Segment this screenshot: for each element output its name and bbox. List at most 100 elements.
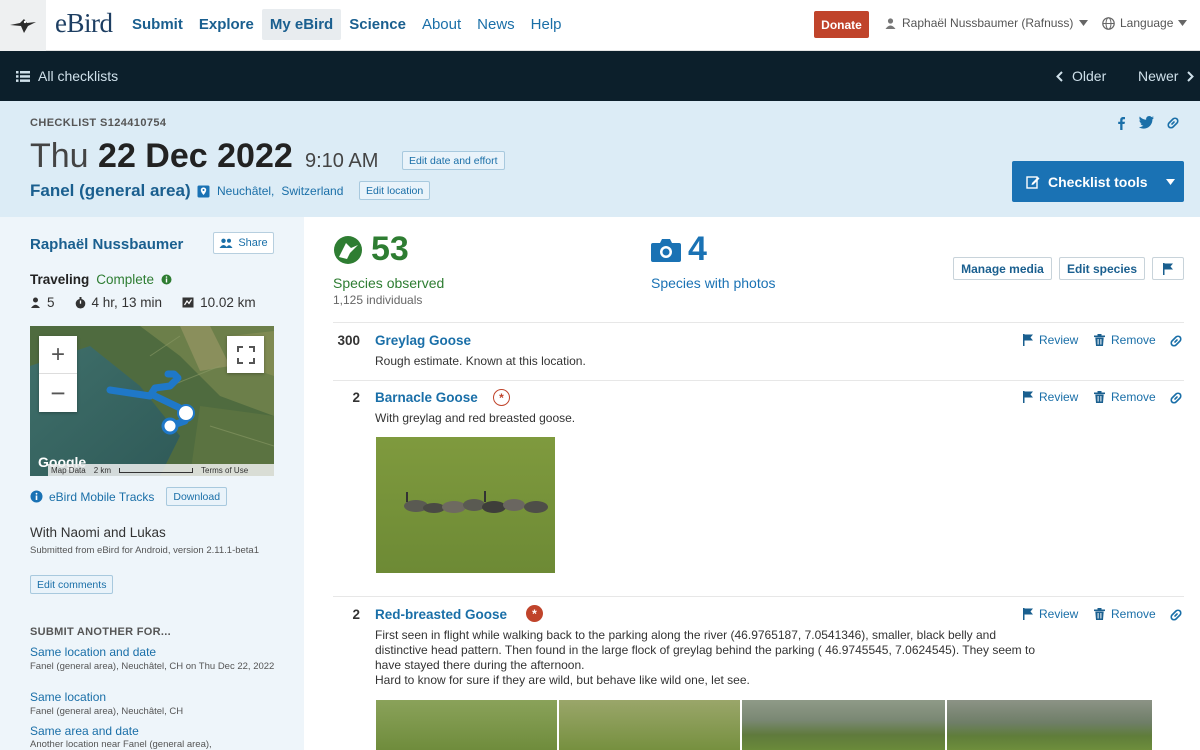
link-icon[interactable] [1169, 391, 1183, 405]
location-region: Neuchâtel, Switzerland [197, 184, 343, 198]
all-checklists-link[interactable]: All checklists [16, 68, 118, 84]
individuals-count: 1,125 individuals [333, 293, 423, 307]
remove-button[interactable]: Remove [1094, 390, 1156, 404]
species-observed-label: Species observed [333, 275, 445, 291]
fullscreen-button[interactable] [227, 336, 264, 373]
user-icon [885, 17, 896, 29]
edit-date-button[interactable]: Edit date and effort [402, 151, 505, 170]
protocol-row: Traveling Complete [30, 272, 172, 287]
manage-media-button[interactable]: Manage media [953, 257, 1052, 280]
distance-icon [182, 297, 194, 308]
review-button[interactable]: Review [1023, 390, 1078, 404]
fullscreen-icon [236, 345, 255, 364]
checklist-id: CHECKLIST S124410754 [30, 117, 167, 129]
submit-same-location[interactable]: Same location [30, 690, 106, 704]
review-button[interactable]: Review [1023, 333, 1078, 347]
chevron-down-icon [1178, 20, 1188, 26]
top-navigation: eBird Submit Explore My eBird Science Ab… [0, 0, 1200, 51]
nav-submit[interactable]: Submit [124, 9, 191, 40]
info-icon[interactable] [161, 274, 172, 285]
edit-location-button[interactable]: Edit location [359, 181, 431, 200]
map-scale-bar [119, 467, 194, 473]
nav-news[interactable]: News [469, 9, 523, 40]
terms-link[interactable]: Terms of Use [201, 466, 248, 475]
map-data-link[interactable]: Map Data [51, 466, 86, 475]
edit-species-button[interactable]: Edit species [1059, 257, 1145, 280]
species-observed-icon [334, 236, 362, 264]
checklist-date: Thu 22 Dec 2022 [30, 137, 293, 176]
checklist-comment: With Naomi and Lukas [30, 525, 166, 540]
donate-button[interactable]: Donate [814, 11, 869, 38]
species-count: 53 [371, 230, 409, 268]
zoom-out-button[interactable]: − [39, 374, 77, 412]
flag-icon [1023, 334, 1033, 346]
exotic-species-badge[interactable]: * [493, 389, 510, 406]
location-name[interactable]: Fanel (general area) [30, 181, 191, 201]
people-icon [219, 238, 233, 248]
checklist-tools-button[interactable]: Checklist tools [1012, 161, 1184, 202]
species-name-red-breasted-goose[interactable]: Red-breasted Goose [375, 607, 507, 622]
facebook-icon[interactable] [1115, 116, 1127, 130]
map-attribution: Map Data 2 km Terms of Use [48, 464, 274, 476]
mobile-tracks-row: eBird Mobile Tracks Download [30, 487, 228, 506]
rare-species-badge[interactable]: * [526, 605, 543, 622]
edit-comments-button[interactable]: Edit comments [30, 575, 114, 594]
twitter-icon[interactable] [1139, 116, 1154, 129]
observation-photo[interactable] [559, 700, 740, 750]
submit-same-location-date[interactable]: Same location and date [30, 645, 156, 659]
remove-button[interactable]: Remove [1094, 607, 1156, 621]
flag-button[interactable] [1152, 257, 1184, 280]
review-label: Review [1039, 390, 1079, 404]
review-label: Review [1039, 333, 1079, 347]
species-photos-label[interactable]: Species with photos [651, 275, 776, 291]
track-map[interactable]: + − Google Map Data 2 km Terms of Use [30, 326, 274, 476]
share-button[interactable]: Share [213, 232, 274, 254]
map-icon[interactable] [197, 185, 210, 198]
remove-button[interactable]: Remove [1094, 333, 1156, 347]
nav-my-ebird[interactable]: My eBird [261, 9, 342, 40]
review-button[interactable]: Review [1023, 607, 1078, 621]
nav-explore[interactable]: Explore [191, 9, 262, 40]
nav-science[interactable]: Science [341, 9, 414, 40]
info-icon[interactable] [30, 490, 43, 503]
download-button[interactable]: Download [166, 487, 228, 506]
ebird-logo-icon[interactable] [0, 0, 46, 51]
user-menu[interactable]: Raphaël Nussbaumer (Rafnuss) [885, 16, 1089, 30]
chevron-down-icon [1079, 20, 1089, 26]
link-icon[interactable] [1169, 608, 1183, 622]
trash-icon [1094, 391, 1105, 403]
observation-photo[interactable] [376, 700, 557, 750]
submit-same-area-date[interactable]: Same area and date [30, 724, 139, 738]
ebird-wordmark[interactable]: eBird [55, 8, 113, 39]
link-icon[interactable] [1166, 116, 1180, 130]
language-menu[interactable]: Language [1102, 16, 1188, 30]
older-link[interactable]: Older [1056, 68, 1106, 84]
submit-same-location-date-desc: Fanel (general area), Neuchâtel, CH on T… [30, 661, 275, 672]
observation-photo[interactable] [947, 700, 1152, 750]
newer-link[interactable]: Newer [1138, 68, 1195, 84]
nav-about[interactable]: About [414, 9, 469, 40]
species-name-greylag-goose[interactable]: Greylag Goose [375, 333, 471, 348]
link-icon[interactable] [1169, 334, 1183, 348]
divider [333, 322, 1184, 323]
submitted-from: Submitted from eBird for Android, versio… [30, 545, 260, 556]
nav-help[interactable]: Help [523, 9, 570, 40]
submit-same-area-date-desc: Another location near Fanel (general are… [30, 739, 212, 750]
submit-same-location-desc: Fanel (general area), Neuchâtel, CH [30, 706, 184, 717]
observation-photo[interactable] [376, 437, 555, 573]
observation-note: With greylag and red breasted goose. [375, 411, 576, 425]
effort-row: 5 4 hr, 13 min 10.02 km [30, 295, 256, 310]
observer-name[interactable]: Raphaël Nussbaumer [30, 236, 183, 253]
observation-count: 2 [352, 607, 360, 622]
observation-note-continued: Hard to know for sure if they are wild, … [375, 673, 750, 687]
checklist-header: CHECKLIST S124410754 Thu 22 Dec 2022 9:1… [0, 101, 1200, 217]
checklist-weekday: Thu [30, 137, 89, 175]
country-link[interactable]: Switzerland [281, 184, 343, 198]
older-label: Older [1072, 68, 1107, 84]
species-name-barnacle-goose[interactable]: Barnacle Goose [375, 390, 478, 405]
mobile-tracks-link[interactable]: eBird Mobile Tracks [49, 490, 154, 504]
region-link[interactable]: Neuchâtel, [217, 184, 274, 198]
trash-icon [1094, 608, 1105, 620]
zoom-in-button[interactable]: + [39, 336, 77, 374]
observation-photo[interactable] [742, 700, 945, 750]
